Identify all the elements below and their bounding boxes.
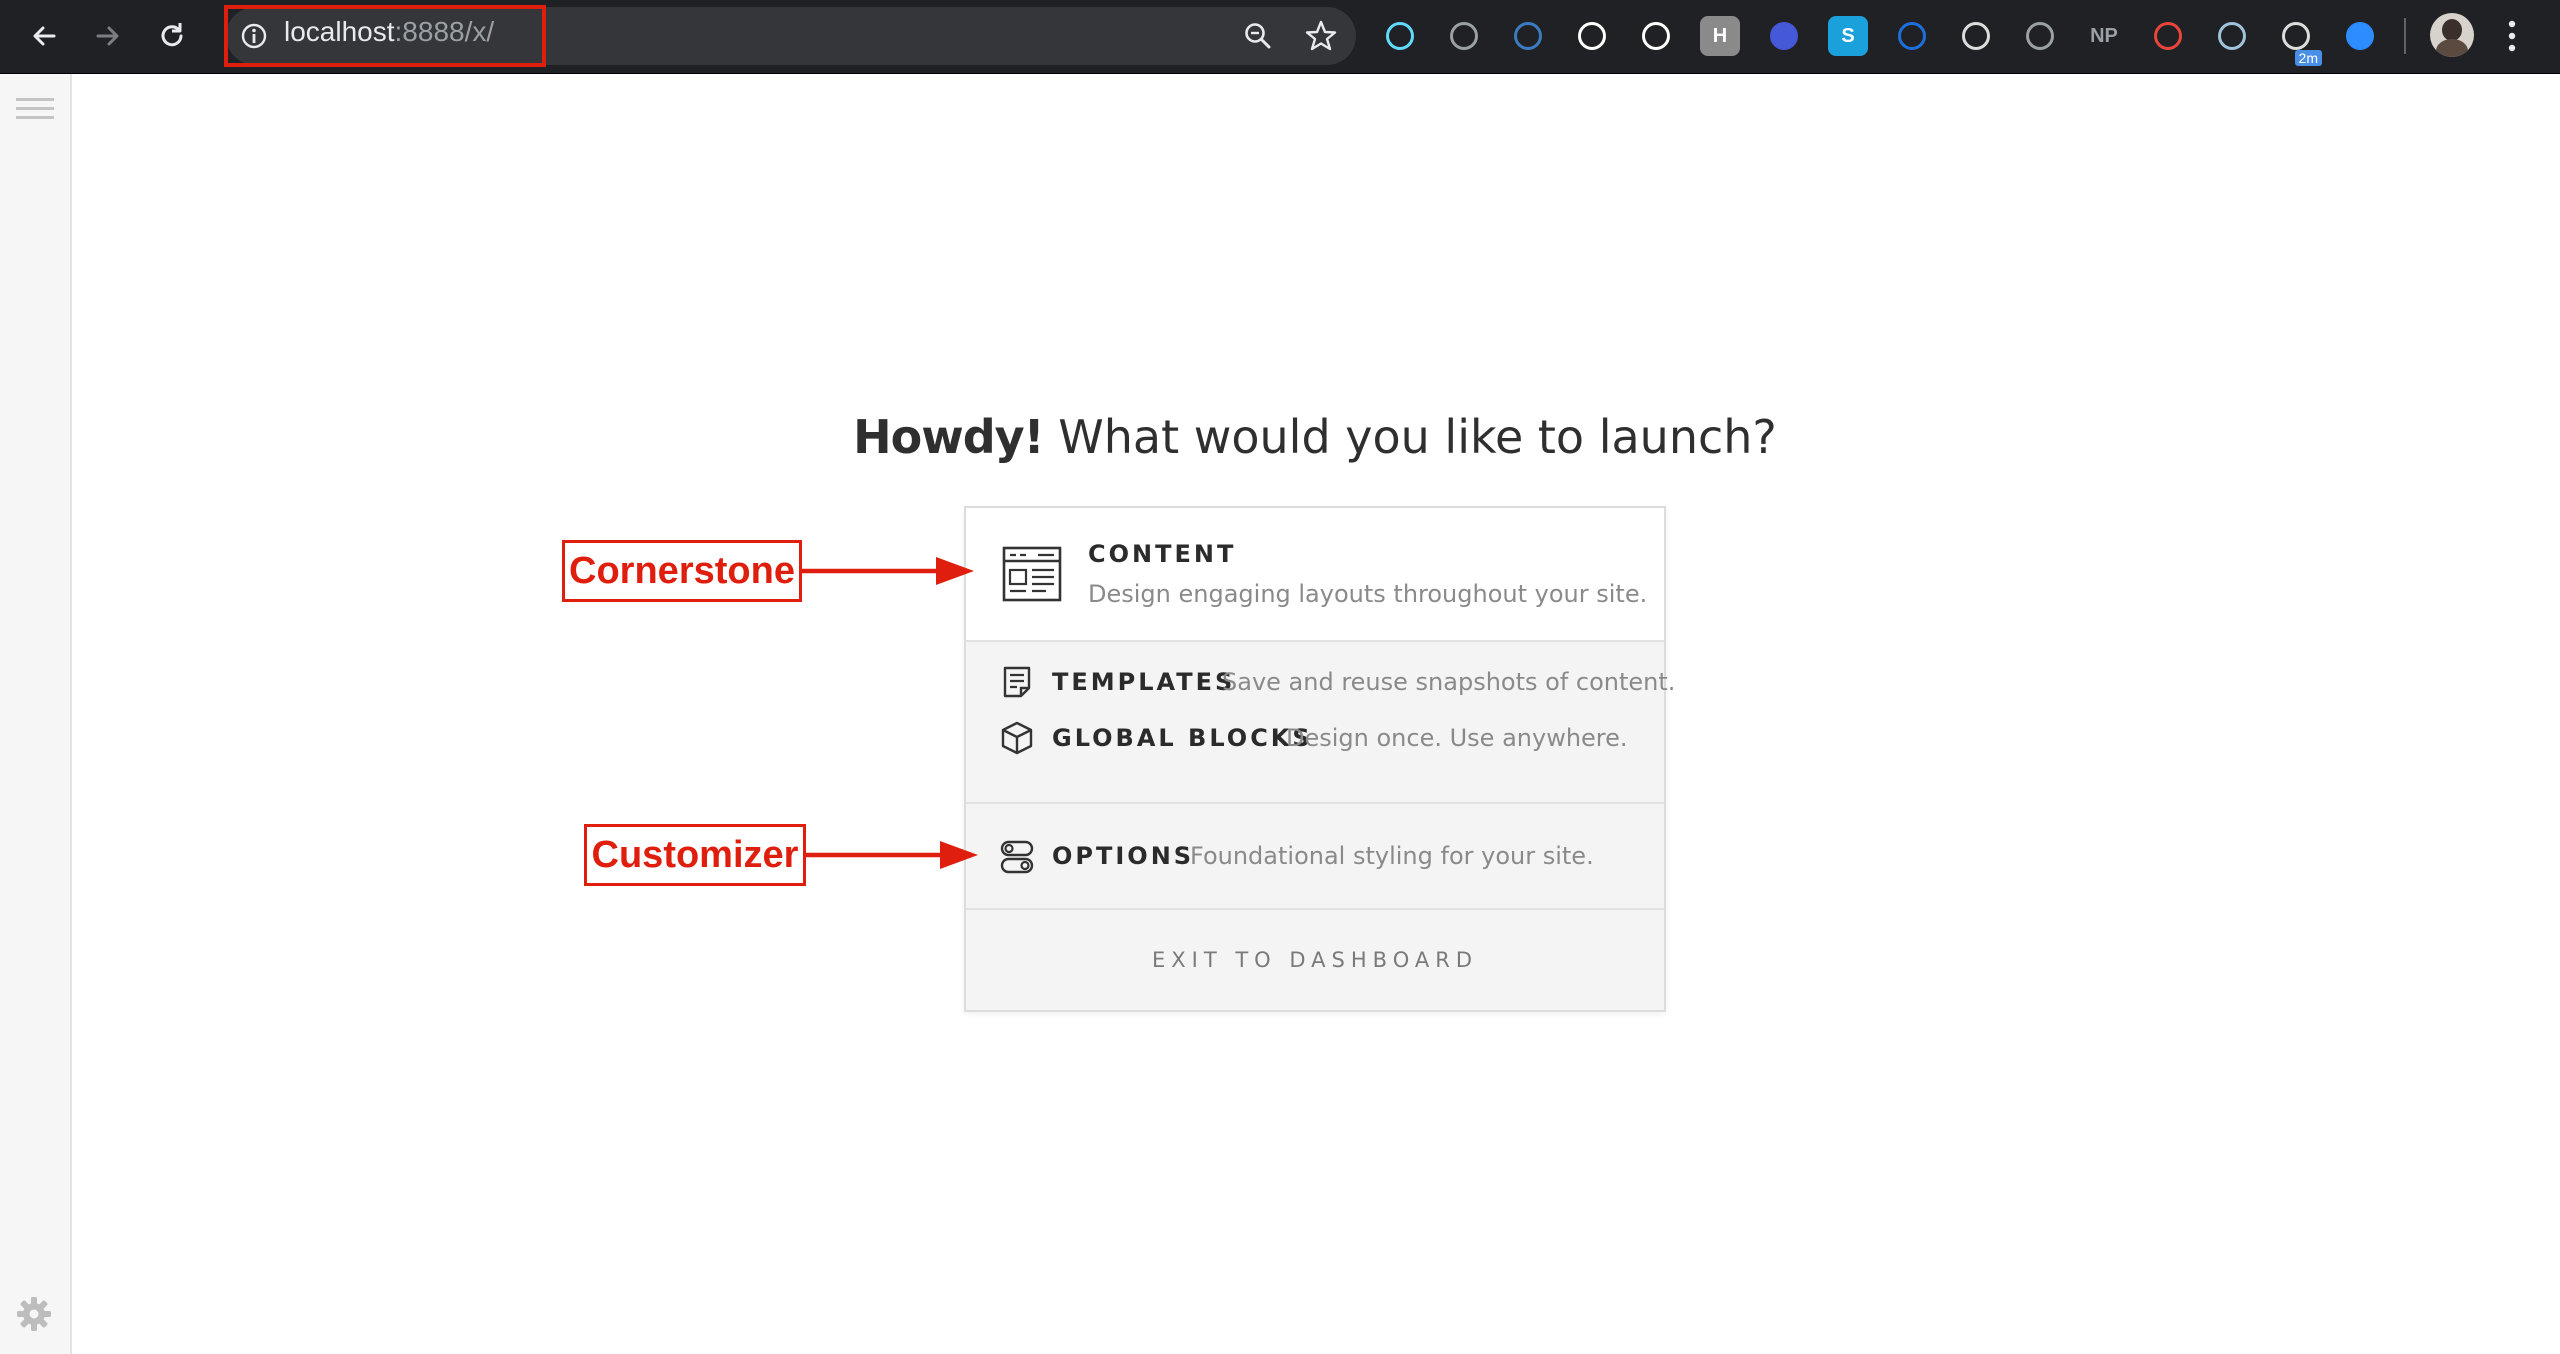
- react-devtools-icon[interactable]: [1380, 16, 1420, 56]
- zoom-icon[interactable]: [1242, 20, 1274, 52]
- greeting: Howdy!: [853, 410, 1044, 464]
- json-viewer-icon[interactable]: [1636, 16, 1676, 56]
- global-blocks-description: Design once. Use anywhere.: [1286, 724, 1628, 752]
- global-blocks-title: GLOBAL BLOCKS: [1052, 724, 1313, 752]
- headings-icon[interactable]: H: [1700, 16, 1740, 56]
- customizer-callout: Customizer: [584, 824, 806, 886]
- launcher-panel: CONTENT Design engaging layouts througho…: [964, 506, 1675, 1012]
- download-ext-icon[interactable]: 2m: [2276, 16, 2322, 66]
- library-group: TEMPLATES Save and reuse snapshots of co…: [966, 642, 1675, 804]
- launch-question: What would you like to launch?: [1043, 410, 1777, 464]
- cornerstone-arrow: [802, 557, 974, 585]
- templates-option[interactable]: TEMPLATES Save and reuse snapshots of co…: [966, 660, 1675, 704]
- templates-description: Save and reuse snapshots of content.: [1222, 668, 1676, 696]
- forward-button[interactable]: [84, 12, 132, 60]
- reload-button[interactable]: [148, 12, 196, 60]
- reload-icon: [161, 23, 183, 47]
- color-picker-icon[interactable]: [1572, 16, 1612, 56]
- kebab-menu-icon[interactable]: [2502, 16, 2522, 56]
- eye-ext-icon[interactable]: [2212, 16, 2252, 56]
- extension-badge: 2m: [2294, 50, 2322, 66]
- settings-gear-icon[interactable]: [16, 1296, 52, 1332]
- bookmark-star-icon[interactable]: [1304, 19, 1338, 53]
- forward-arrow-icon: [96, 26, 119, 46]
- exit-to-dashboard-button[interactable]: EXIT TO DASHBOARD: [966, 910, 1664, 1010]
- info-icon[interactable]: [240, 22, 268, 50]
- puzzle-ext-icon[interactable]: [2020, 16, 2060, 56]
- profile-avatar[interactable]: [2430, 13, 2474, 57]
- global-blocks-cube-icon: [1001, 721, 1033, 755]
- templates-document-icon: [1003, 666, 1031, 698]
- zoom-ext-icon[interactable]: [2340, 16, 2380, 56]
- spiral-ext-icon[interactable]: [2148, 16, 2188, 56]
- cornerstone-callout: Cornerstone: [562, 540, 802, 602]
- content-layout-icon: [1002, 546, 1062, 602]
- toolbar-divider: [2404, 18, 2406, 54]
- global-blocks-option[interactable]: GLOBAL BLOCKS Design once. Use anywhere.: [966, 716, 1664, 760]
- back-button[interactable]: [20, 12, 68, 60]
- skype-icon[interactable]: S: [1828, 16, 1868, 56]
- back-arrow-icon: [33, 26, 56, 46]
- time-tracker-icon[interactable]: [1764, 16, 1804, 56]
- content-title: CONTENT: [1088, 540, 1237, 568]
- options-description: Foundational styling for your site.: [1190, 842, 1594, 870]
- left-sidebar-rail: [0, 74, 72, 1354]
- np-ext-icon[interactable]: NP: [2084, 16, 2124, 56]
- customizer-arrow: [806, 841, 978, 869]
- templates-title: TEMPLATES: [1052, 668, 1236, 696]
- hamburger-menu-icon[interactable]: [16, 94, 54, 124]
- triangle-ext-icon[interactable]: [1892, 16, 1932, 56]
- browser-toolbar: localhost:8888/x/ H S NP 2m: [0, 0, 2560, 74]
- eyedropper-icon[interactable]: [1508, 16, 1548, 56]
- camera-ext-icon[interactable]: [1956, 16, 1996, 56]
- url-path: :8888/x/: [394, 16, 495, 47]
- vue-devtools-icon[interactable]: [1444, 16, 1484, 56]
- url-host: localhost: [284, 16, 395, 47]
- options-title: OPTIONS: [1052, 842, 1195, 870]
- content-option[interactable]: CONTENT Design engaging layouts througho…: [966, 508, 1664, 642]
- options-option[interactable]: OPTIONS Foundational styling for your si…: [966, 804, 1664, 910]
- launch-heading: Howdy! What would you like to launch?: [0, 410, 2560, 464]
- options-toggles-icon: [1000, 840, 1034, 874]
- content-description: Design engaging layouts throughout your …: [1088, 580, 1648, 608]
- url-text[interactable]: localhost:8888/x/: [284, 16, 494, 48]
